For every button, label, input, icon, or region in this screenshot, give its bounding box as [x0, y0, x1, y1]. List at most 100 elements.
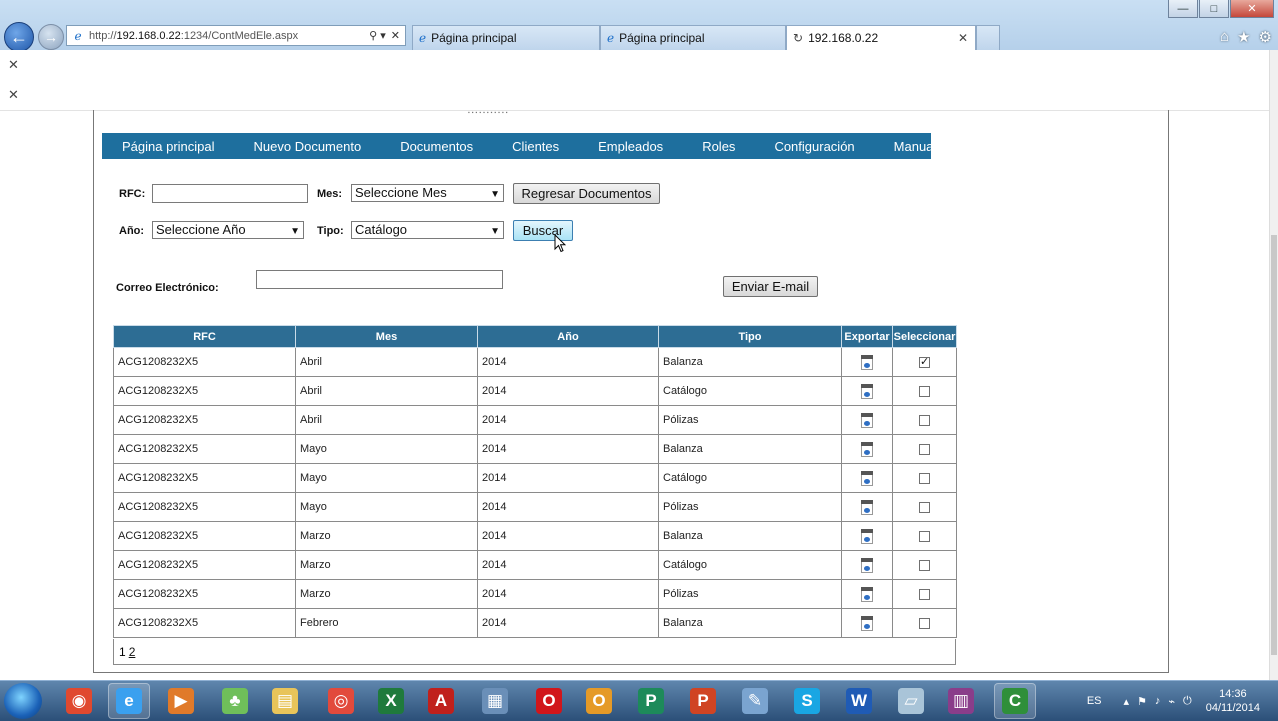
camtasia-icon[interactable]: C — [994, 683, 1036, 719]
regresar-documentos-button[interactable]: Regresar Documentos — [513, 183, 660, 204]
arrow-right-icon: → — [44, 29, 58, 45]
cell-anio: 2014 — [477, 405, 659, 435]
clock-time: 14:36 — [1219, 688, 1247, 700]
word-icon[interactable]: W — [838, 683, 880, 719]
cell-anio: 2014 — [477, 492, 659, 522]
folder-icon[interactable]: ▤ — [264, 683, 306, 719]
cell-mes: Marzo — [295, 579, 478, 609]
back-button[interactable]: ← — [4, 22, 34, 52]
chrome-icon[interactable]: ◎ — [320, 683, 362, 719]
select-checkbox[interactable] — [919, 588, 930, 600]
column-header-rfc[interactable]: RFC — [113, 325, 296, 348]
export-document-icon[interactable] — [861, 586, 873, 602]
select-checkbox[interactable] — [919, 385, 930, 397]
select-checkbox[interactable] — [919, 414, 930, 426]
start-button[interactable] — [4, 683, 42, 719]
users-icon[interactable]: ♣ — [214, 683, 256, 719]
publisher-icon[interactable]: P — [630, 683, 672, 719]
arrow-left-icon: ← — [10, 26, 28, 47]
close-icon[interactable]: ✕ — [8, 57, 19, 73]
forward-button[interactable]: → — [38, 24, 64, 50]
media-player-icon[interactable]: ◉ — [58, 683, 100, 719]
menu-item-pagina-principal[interactable]: Página principal — [122, 139, 215, 154]
menu-item-roles[interactable]: Roles — [702, 139, 735, 154]
powerpoint-icon[interactable]: P — [682, 683, 724, 719]
select-checkbox[interactable]: ✓ — [919, 356, 930, 368]
menu-item-nuevo-documento[interactable]: Nuevo Documento — [254, 139, 362, 154]
export-document-icon[interactable] — [861, 557, 873, 573]
select-checkbox[interactable] — [919, 472, 930, 484]
cell-mes: Abril — [295, 405, 478, 435]
column-header-seleccionar: Seleccionar — [892, 325, 957, 348]
select-checkbox[interactable] — [919, 617, 930, 629]
paint-icon[interactable]: ✎ — [734, 683, 776, 719]
winrar-icon[interactable]: ▥ — [940, 683, 982, 719]
tipo-select[interactable]: Catálogo ▼ — [351, 221, 504, 239]
menu-item-configuracion[interactable]: Configuración — [774, 139, 854, 154]
stop-icon[interactable]: ✕ — [391, 29, 400, 42]
cell-tipo: Balanza — [658, 608, 842, 638]
opera-icon[interactable]: O — [528, 683, 570, 719]
network-icon[interactable]: ▦ — [474, 683, 516, 719]
close-window-button[interactable]: ✕ — [1230, 0, 1274, 18]
tab-pagina-principal-1[interactable]: ℯ Página principal — [412, 25, 600, 50]
excel-icon-glyph: X — [378, 688, 404, 714]
menu-item-empleados[interactable]: Empleados — [598, 139, 663, 154]
rfc-input[interactable] — [152, 184, 308, 203]
search-icon[interactable]: ⚲ ▾ — [369, 29, 386, 42]
pdf-icon[interactable]: A — [420, 683, 462, 719]
clock[interactable]: 14:36 04/11/2014 — [1206, 687, 1260, 715]
select-checkbox[interactable] — [919, 443, 930, 455]
export-document-icon[interactable] — [861, 470, 873, 486]
internet-explorer-icon[interactable]: e — [108, 683, 150, 719]
menu-item-manual[interactable]: Manual — [894, 139, 937, 154]
vertical-scrollbar[interactable] — [1269, 50, 1278, 680]
network-status-icon[interactable]: ⚑ — [1137, 695, 1147, 708]
scrollbar-thumb[interactable] — [1271, 235, 1277, 655]
menu-item-clientes[interactable]: Clientes — [512, 139, 559, 154]
select-checkbox[interactable] — [919, 501, 930, 513]
mes-select[interactable]: Seleccione Mes ▼ — [351, 184, 504, 202]
select-checkbox[interactable] — [919, 530, 930, 542]
pager-page-link[interactable]: 2 — [129, 645, 136, 659]
tab-192-168-0-22[interactable]: ↻ 192.168.0.22 ✕ — [786, 25, 976, 50]
export-document-icon[interactable] — [861, 354, 873, 370]
minimize-button[interactable]: — — [1168, 0, 1198, 18]
menu-item-documentos[interactable]: Documentos — [400, 139, 473, 154]
export-document-icon[interactable] — [861, 383, 873, 399]
volume-icon[interactable]: ♪ — [1155, 695, 1161, 707]
maximize-button[interactable]: □ — [1199, 0, 1229, 18]
language-indicator[interactable]: ES — [1087, 695, 1102, 707]
column-header-tipo[interactable]: Tipo — [658, 325, 842, 348]
export-document-icon[interactable] — [861, 499, 873, 515]
enviar-email-button[interactable]: Enviar E-mail — [723, 276, 818, 297]
skype-icon[interactable]: S — [786, 683, 828, 719]
show-hidden-icons-icon[interactable]: ▴ — [1124, 695, 1130, 708]
email-input[interactable] — [256, 270, 503, 289]
anio-select[interactable]: Seleccione Año ▼ — [152, 221, 304, 239]
outlook-icon[interactable]: O — [578, 683, 620, 719]
gear-icon[interactable]: ⚙ — [1259, 28, 1272, 46]
export-document-icon[interactable] — [861, 528, 873, 544]
address-bar[interactable]: ℯ http://192.168.0.22:1234/ContMedEle.as… — [66, 25, 406, 46]
column-header-mes[interactable]: Mes — [295, 325, 478, 348]
select-checkbox[interactable] — [919, 559, 930, 571]
home-icon[interactable]: ⌂ — [1220, 28, 1229, 46]
tab-pagina-principal-2[interactable]: ℯ Página principal — [600, 25, 786, 50]
close-icon[interactable]: ✕ — [8, 87, 19, 103]
notepad-icon[interactable]: ▱ — [890, 683, 932, 719]
power-icon[interactable]: ⏻ — [1183, 695, 1192, 708]
winrar-icon-glyph: ▥ — [948, 688, 974, 714]
column-header-anio[interactable]: Año — [477, 325, 659, 348]
close-tab-icon[interactable]: ✕ — [958, 31, 968, 45]
tipo-label: Tipo: — [317, 225, 344, 237]
excel-icon[interactable]: X — [370, 683, 412, 719]
new-tab-button[interactable] — [976, 25, 1000, 50]
export-document-icon[interactable] — [861, 615, 873, 631]
export-document-icon[interactable] — [861, 412, 873, 428]
export-document-icon[interactable] — [861, 441, 873, 457]
favorites-star-icon[interactable]: ★ — [1237, 28, 1250, 46]
browser-chrome: — □ ✕ ← → ℯ http://192.168.0.22:1234/Con… — [0, 0, 1278, 52]
video-icon[interactable]: ▶ — [160, 683, 202, 719]
safely-remove-icon[interactable]: ⌁ — [1168, 695, 1175, 708]
